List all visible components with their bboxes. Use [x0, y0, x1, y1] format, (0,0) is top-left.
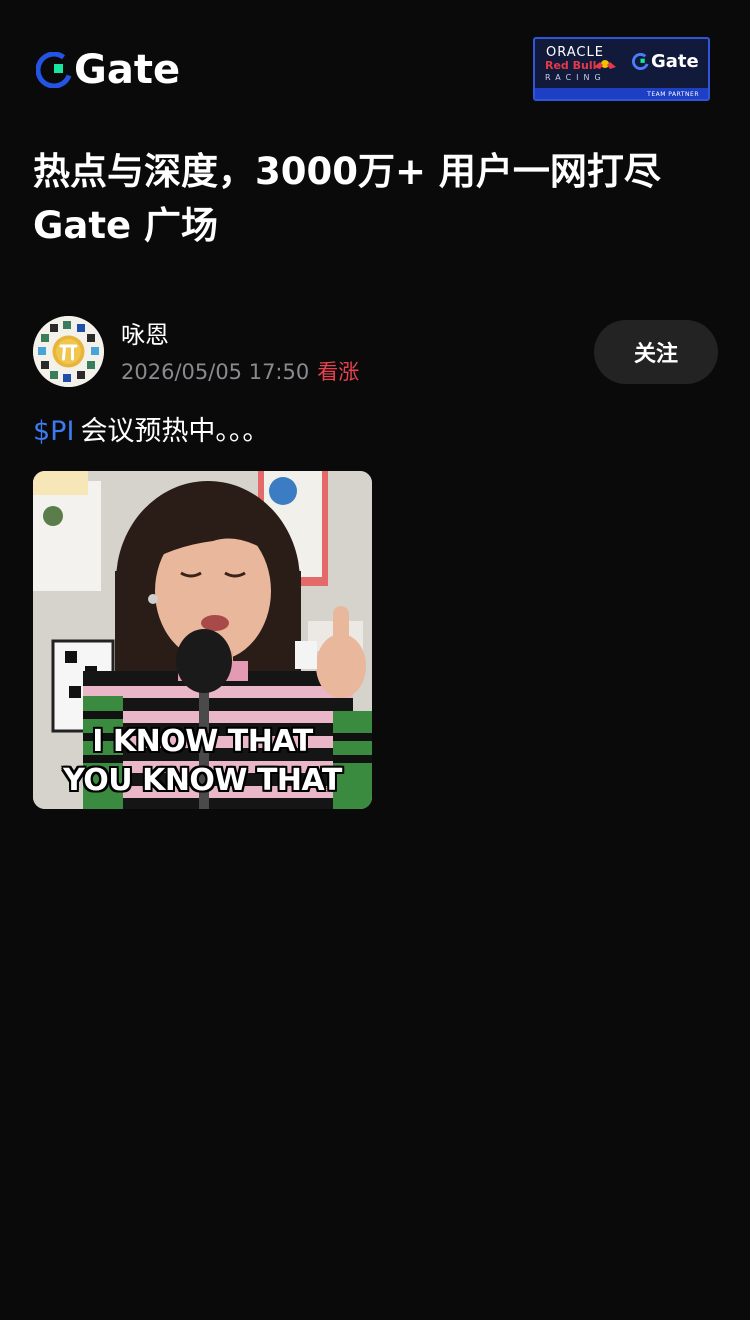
post-body: $PI 会议预热中。。。: [33, 412, 269, 452]
gate-logo-small-icon: [632, 53, 649, 70]
follow-button[interactable]: 关注: [594, 320, 718, 384]
page-headline: 热点与深度，3000万+ 用户一网打尽 Gate 广场: [33, 150, 661, 247]
ticker-link[interactable]: $PI: [33, 416, 74, 447]
post-timestamp: 2026/05/05 17:50: [121, 360, 310, 384]
post-body-text: 会议预热中。。。: [80, 416, 270, 447]
gif-caption-line-1: I KNOW THAT: [92, 724, 313, 759]
redbull-brand-text: Red Bull: [545, 59, 597, 72]
team-partner-badge[interactable]: ORACLE Red Bull RACING Gate TEAM PARTNER: [533, 37, 710, 101]
racing-brand-text: RACING: [545, 73, 606, 82]
gate-logo-icon: [36, 52, 72, 88]
top-header: Gate ORACLE Red Bull RACING Gate TEAM PA…: [0, 0, 750, 130]
post-meta: 2026/05/05 17:50 看涨: [121, 357, 359, 387]
partner-gate-logo: Gate: [632, 51, 699, 72]
sentiment-badge: 看涨: [317, 360, 360, 384]
avatar[interactable]: [33, 316, 104, 387]
pi-network-avatar-icon: [33, 316, 104, 387]
author-name[interactable]: 咏恩: [121, 318, 169, 352]
team-partner-caption: TEAM PARTNER: [647, 91, 699, 98]
gif-caption-line-2: YOU KNOW THAT: [63, 763, 342, 798]
logo-text: Gate: [74, 47, 181, 93]
partner-gate-text: Gate: [651, 51, 699, 72]
redbull-bulls-icon: [594, 60, 616, 69]
gate-logo[interactable]: Gate: [36, 48, 180, 92]
